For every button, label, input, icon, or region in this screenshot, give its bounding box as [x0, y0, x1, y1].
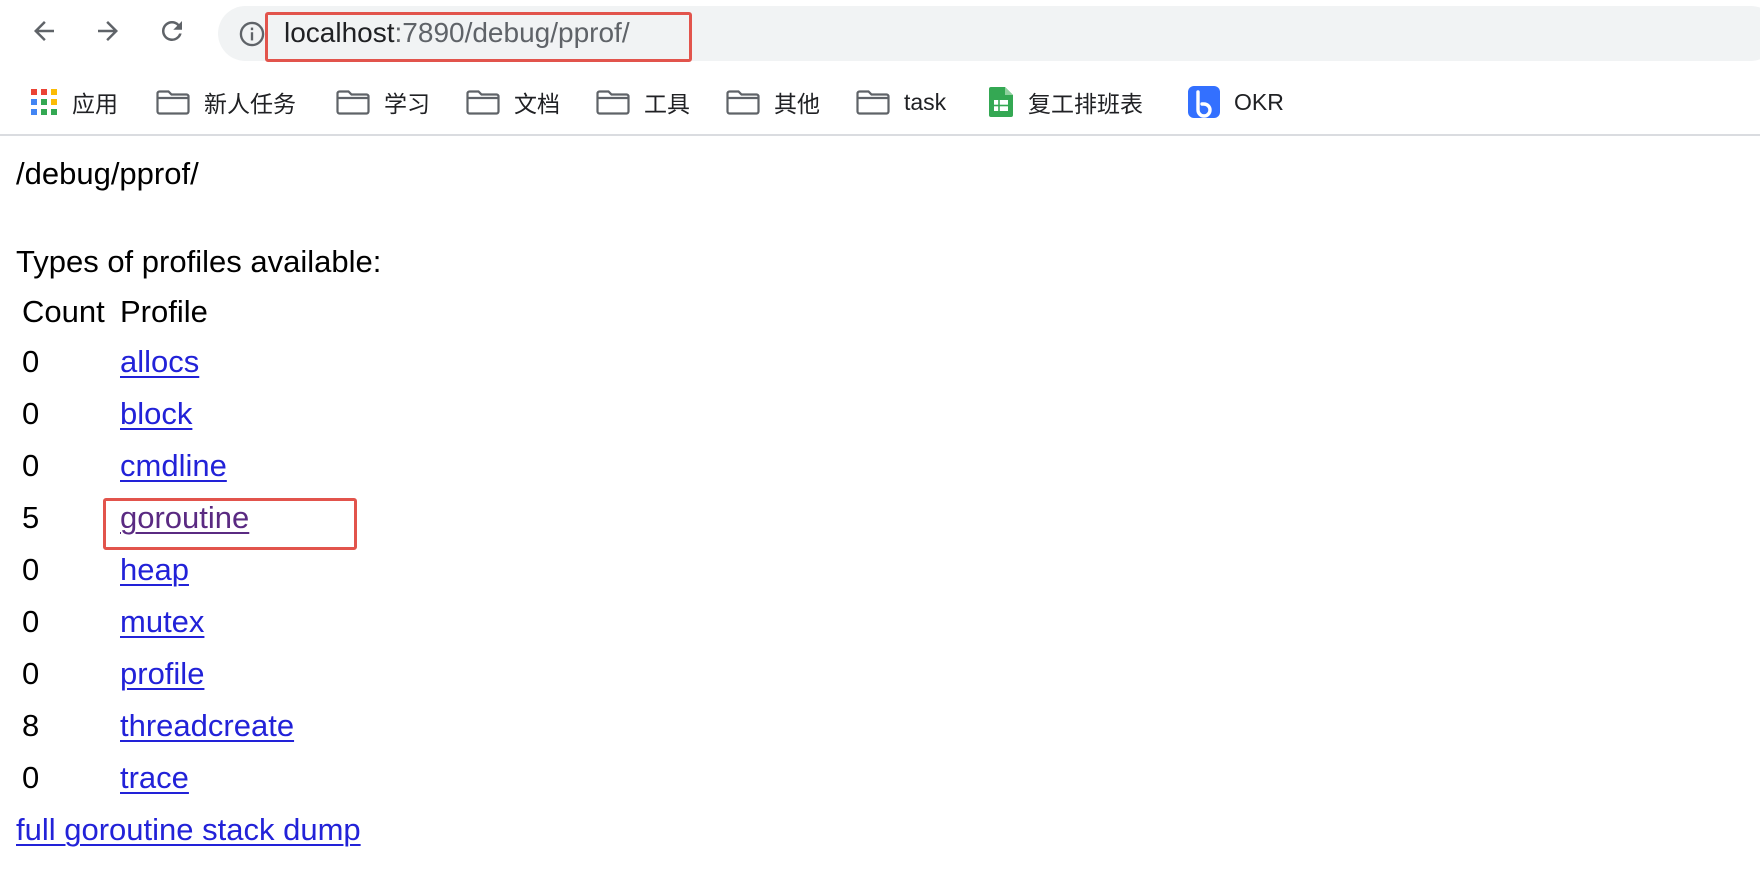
folder-icon	[156, 90, 190, 115]
profile-link-block[interactable]: block	[120, 394, 192, 434]
bookmark-label: 应用	[72, 91, 118, 117]
profile-link-threadcreate[interactable]: threadcreate	[120, 706, 294, 746]
reload-button[interactable]	[154, 13, 190, 49]
back-button[interactable]	[26, 13, 62, 49]
folder-icon	[466, 90, 500, 115]
profile-link-trace[interactable]: trace	[120, 758, 189, 798]
folder-icon	[856, 90, 890, 115]
folder-icon	[596, 90, 630, 115]
info-icon[interactable]	[238, 20, 266, 48]
bookmark-folder[interactable]: task	[856, 76, 946, 128]
reload-icon	[161, 20, 182, 41]
bookmark-label: 文档	[514, 91, 560, 117]
profile-link-allocs[interactable]: allocs	[120, 342, 199, 382]
bookmark-link[interactable]: 复工排班表	[988, 76, 1143, 128]
bookmark-folder[interactable]: 新人任务	[156, 76, 296, 128]
apps-grid-icon	[31, 89, 57, 115]
full-goroutine-stack-dump-link[interactable]: full goroutine stack dump	[16, 810, 361, 850]
url-path: :7890/debug/pprof/	[394, 17, 630, 48]
profile-column-header: Profile	[120, 294, 208, 329]
bookmark-folder[interactable]: 学习	[336, 76, 430, 128]
bookmark-label: 学习	[384, 91, 430, 117]
url-text[interactable]: localhost:7890/debug/pprof/	[284, 15, 630, 51]
forward-button[interactable]	[90, 13, 126, 49]
bookmark-label: 其他	[774, 91, 820, 117]
profile-count: 8	[22, 708, 40, 743]
okr-app-icon	[1188, 86, 1220, 118]
profile-count: 5	[22, 500, 40, 535]
bookmark-link[interactable]: OKR	[1188, 76, 1284, 128]
bookmark-label: 新人任务	[204, 91, 296, 117]
arrow-left-icon	[34, 21, 54, 41]
count-column-header: Count	[22, 294, 105, 329]
bookmark-folder[interactable]: 其他	[726, 76, 820, 128]
profile-count: 0	[22, 344, 40, 379]
profile-count: 0	[22, 604, 40, 639]
section-title: Types of profiles available:	[16, 244, 382, 279]
profile-link-cmdline[interactable]: cmdline	[120, 446, 227, 486]
bookmark-apps[interactable]: 应用	[30, 76, 118, 128]
bookmark-label: 工具	[644, 91, 690, 117]
profile-link-goroutine[interactable]: goroutine	[120, 498, 249, 538]
bookmark-label: OKR	[1234, 88, 1284, 115]
page-path: /debug/pprof/	[16, 156, 199, 191]
profile-count: 0	[22, 448, 40, 483]
profile-count: 0	[22, 760, 40, 795]
bookmark-folder[interactable]: 文档	[466, 76, 560, 128]
browser-toolbar: localhost:7890/debug/pprof/	[0, 0, 1760, 66]
profile-count: 0	[22, 552, 40, 587]
spreadsheet-icon	[989, 87, 1013, 117]
profile-count: 0	[22, 656, 40, 691]
bookmarks-bar: 应用 新人任务 学习 文档 工具 其他 task 复工排班表 OKR	[0, 76, 1760, 128]
folder-icon	[336, 90, 370, 115]
url-host: localhost	[284, 17, 395, 48]
toolbar-divider	[0, 134, 1760, 136]
bookmark-label: 复工排班表	[1028, 91, 1143, 117]
profile-link-heap[interactable]: heap	[120, 550, 189, 590]
profile-link-profile[interactable]: profile	[120, 654, 204, 694]
bookmark-label: task	[904, 88, 947, 115]
profile-link-mutex[interactable]: mutex	[120, 602, 204, 642]
bookmark-folder[interactable]: 工具	[596, 76, 690, 128]
arrow-right-icon	[98, 21, 118, 41]
folder-icon	[726, 90, 760, 115]
profile-count: 0	[22, 396, 40, 431]
